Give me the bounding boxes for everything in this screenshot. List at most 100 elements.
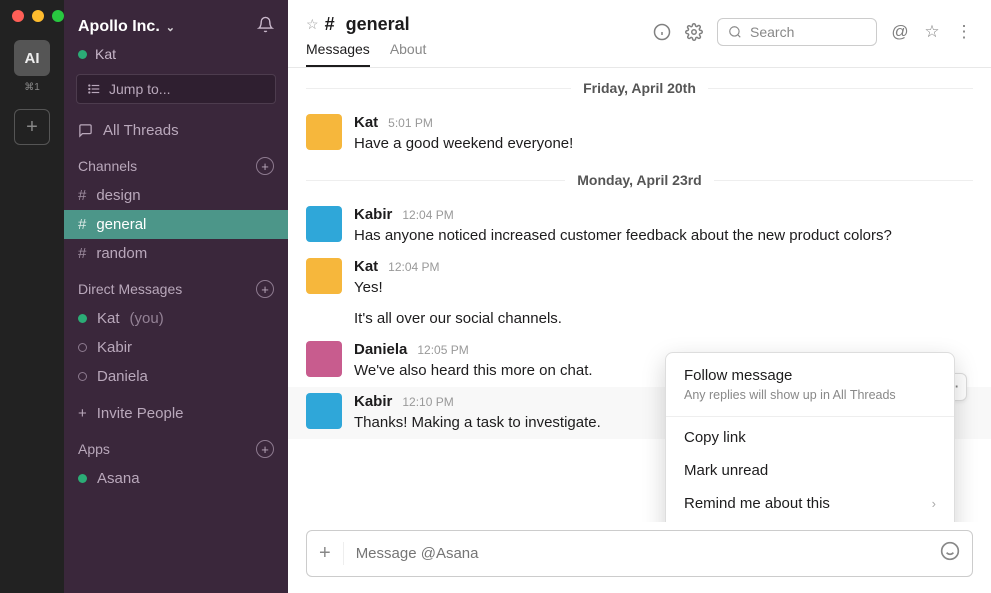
- presence-indicator-icon: [78, 474, 87, 483]
- add-channel-button[interactable]: +: [256, 157, 274, 175]
- channel-name-text: general: [346, 14, 410, 35]
- menu-copy-link[interactable]: Copy link: [666, 421, 954, 454]
- message-author[interactable]: Kat: [354, 114, 378, 131]
- menu-remind-me[interactable]: Remind me about this›: [666, 487, 954, 520]
- window-traffic-lights: [12, 10, 64, 22]
- message-text: It's all over our social channels.: [354, 308, 973, 329]
- message-author[interactable]: Kabir: [354, 393, 392, 410]
- info-icon[interactable]: [653, 23, 671, 41]
- tab-about[interactable]: About: [390, 41, 427, 67]
- invite-label: Invite People: [97, 405, 184, 422]
- message-text: Have a good weekend everyone!: [354, 133, 973, 154]
- message-author[interactable]: Daniela: [354, 341, 407, 358]
- hash-icon: #: [78, 187, 86, 204]
- date-divider: Monday, April 23rd: [288, 172, 991, 188]
- dm-label: Daniela: [97, 368, 148, 385]
- app-item-asana[interactable]: Asana: [64, 464, 288, 493]
- channel-label: random: [96, 245, 147, 262]
- star-icon[interactable]: ☆: [306, 16, 319, 33]
- hash-icon: #: [78, 245, 86, 262]
- channel-name-label: #: [325, 14, 340, 35]
- star-outline-icon[interactable]: ☆: [923, 23, 941, 41]
- message-time: 12:04 PM: [402, 208, 453, 222]
- message-author[interactable]: Kat: [354, 258, 378, 275]
- add-dm-button[interactable]: +: [256, 280, 274, 298]
- dm-header-label: Direct Messages: [78, 281, 182, 297]
- message-time: 12:05 PM: [417, 343, 468, 357]
- threads-icon: [78, 123, 93, 138]
- zoom-window-icon[interactable]: [52, 10, 64, 22]
- date-divider: Friday, April 20th: [288, 80, 991, 96]
- more-vertical-icon[interactable]: ⋮: [955, 23, 973, 41]
- all-threads-link[interactable]: All Threads: [64, 116, 288, 145]
- presence-indicator-icon: [78, 314, 87, 323]
- dm-item-kat[interactable]: Kat (you): [64, 304, 288, 333]
- menu-pin-conversation[interactable]: Pin to this conversation …: [666, 520, 954, 522]
- message-author[interactable]: Kabir: [354, 206, 392, 223]
- all-threads-label: All Threads: [103, 122, 179, 139]
- avatar[interactable]: [306, 393, 342, 429]
- dm-label: Kabir: [97, 339, 132, 356]
- menu-mark-unread[interactable]: Mark unread: [666, 454, 954, 487]
- current-user-row: Kat: [64, 46, 288, 74]
- presence-indicator-icon: [78, 50, 87, 59]
- close-window-icon[interactable]: [12, 10, 24, 22]
- composer-input[interactable]: [356, 545, 928, 562]
- message-time: 12:04 PM: [388, 260, 439, 274]
- avatar[interactable]: [306, 341, 342, 377]
- search-placeholder: Search: [750, 24, 794, 40]
- menu-follow-subtitle: Any replies will show up in All Threads: [666, 388, 954, 412]
- mentions-icon[interactable]: @: [891, 23, 909, 41]
- channel-label: design: [96, 187, 140, 204]
- presence-indicator-icon: [78, 372, 87, 381]
- main-pane: ☆ # general Messages About Search @ ☆ ⋮ …: [288, 0, 991, 593]
- workspace-switcher-item[interactable]: AI: [14, 40, 50, 76]
- date-label: Monday, April 23rd: [565, 172, 713, 188]
- app-label: Asana: [97, 470, 140, 487]
- search-input[interactable]: Search: [717, 18, 877, 46]
- chevron-down-icon: ⌄: [166, 21, 175, 34]
- message-text: Yes!: [354, 277, 973, 298]
- dm-item-daniela[interactable]: Daniela: [64, 362, 288, 391]
- add-app-button[interactable]: +: [256, 440, 274, 458]
- channel-header: ☆ # general Messages About Search @ ☆ ⋮: [288, 0, 991, 68]
- tab-messages[interactable]: Messages: [306, 41, 370, 67]
- workspace-name-button[interactable]: Apollo Inc. ⌄: [78, 18, 175, 36]
- menu-label: Follow message: [684, 367, 792, 384]
- message-item: Kat 5:01 PM Have a good weekend everyone!: [288, 108, 991, 160]
- channel-item-general[interactable]: #general: [64, 210, 288, 239]
- workspace-name-label: Apollo Inc.: [78, 18, 160, 36]
- avatar[interactable]: [306, 114, 342, 150]
- jump-to-input[interactable]: Jump to...: [76, 74, 276, 104]
- direct-messages-header: Direct Messages +: [64, 268, 288, 304]
- notifications-icon[interactable]: [257, 16, 274, 38]
- emoji-picker-icon[interactable]: [940, 541, 960, 566]
- hash-icon: #: [78, 216, 86, 233]
- settings-gear-icon[interactable]: [685, 23, 703, 41]
- menu-separator: [666, 416, 954, 417]
- avatar[interactable]: [306, 206, 342, 242]
- channel-item-design[interactable]: # design: [64, 181, 288, 210]
- message-composer[interactable]: +: [306, 530, 973, 577]
- message-time: 5:01 PM: [388, 116, 433, 130]
- dm-item-kabir[interactable]: Kabir: [64, 333, 288, 362]
- message-text: Has anyone noticed increased customer fe…: [354, 225, 973, 246]
- minimize-window-icon[interactable]: [32, 10, 44, 22]
- message-context-menu: Follow message Any replies will show up …: [665, 352, 955, 522]
- invite-people-link[interactable]: +Invite People: [64, 399, 288, 428]
- jump-to-placeholder: Jump to...: [109, 81, 170, 97]
- channel-title[interactable]: ☆ # general: [306, 14, 426, 35]
- menu-label: Mark unread: [684, 462, 768, 479]
- dm-label: Kat: [97, 310, 120, 327]
- search-icon: [728, 25, 742, 39]
- workspace-shortcut-label: ⌘1: [24, 82, 40, 93]
- workspace-rail: AI ⌘1 +: [0, 0, 64, 593]
- message-time: 12:10 PM: [402, 395, 453, 409]
- current-user-label: Kat: [95, 46, 116, 62]
- avatar[interactable]: [306, 258, 342, 294]
- add-workspace-button[interactable]: +: [14, 109, 50, 145]
- sidebar: Apollo Inc. ⌄ Kat Jump to... All Threads…: [64, 0, 288, 593]
- channel-item-random[interactable]: # random: [64, 239, 288, 268]
- composer-attach-button[interactable]: +: [319, 542, 344, 565]
- message-item: Kabir 12:04 PM Has anyone noticed increas…: [288, 200, 991, 252]
